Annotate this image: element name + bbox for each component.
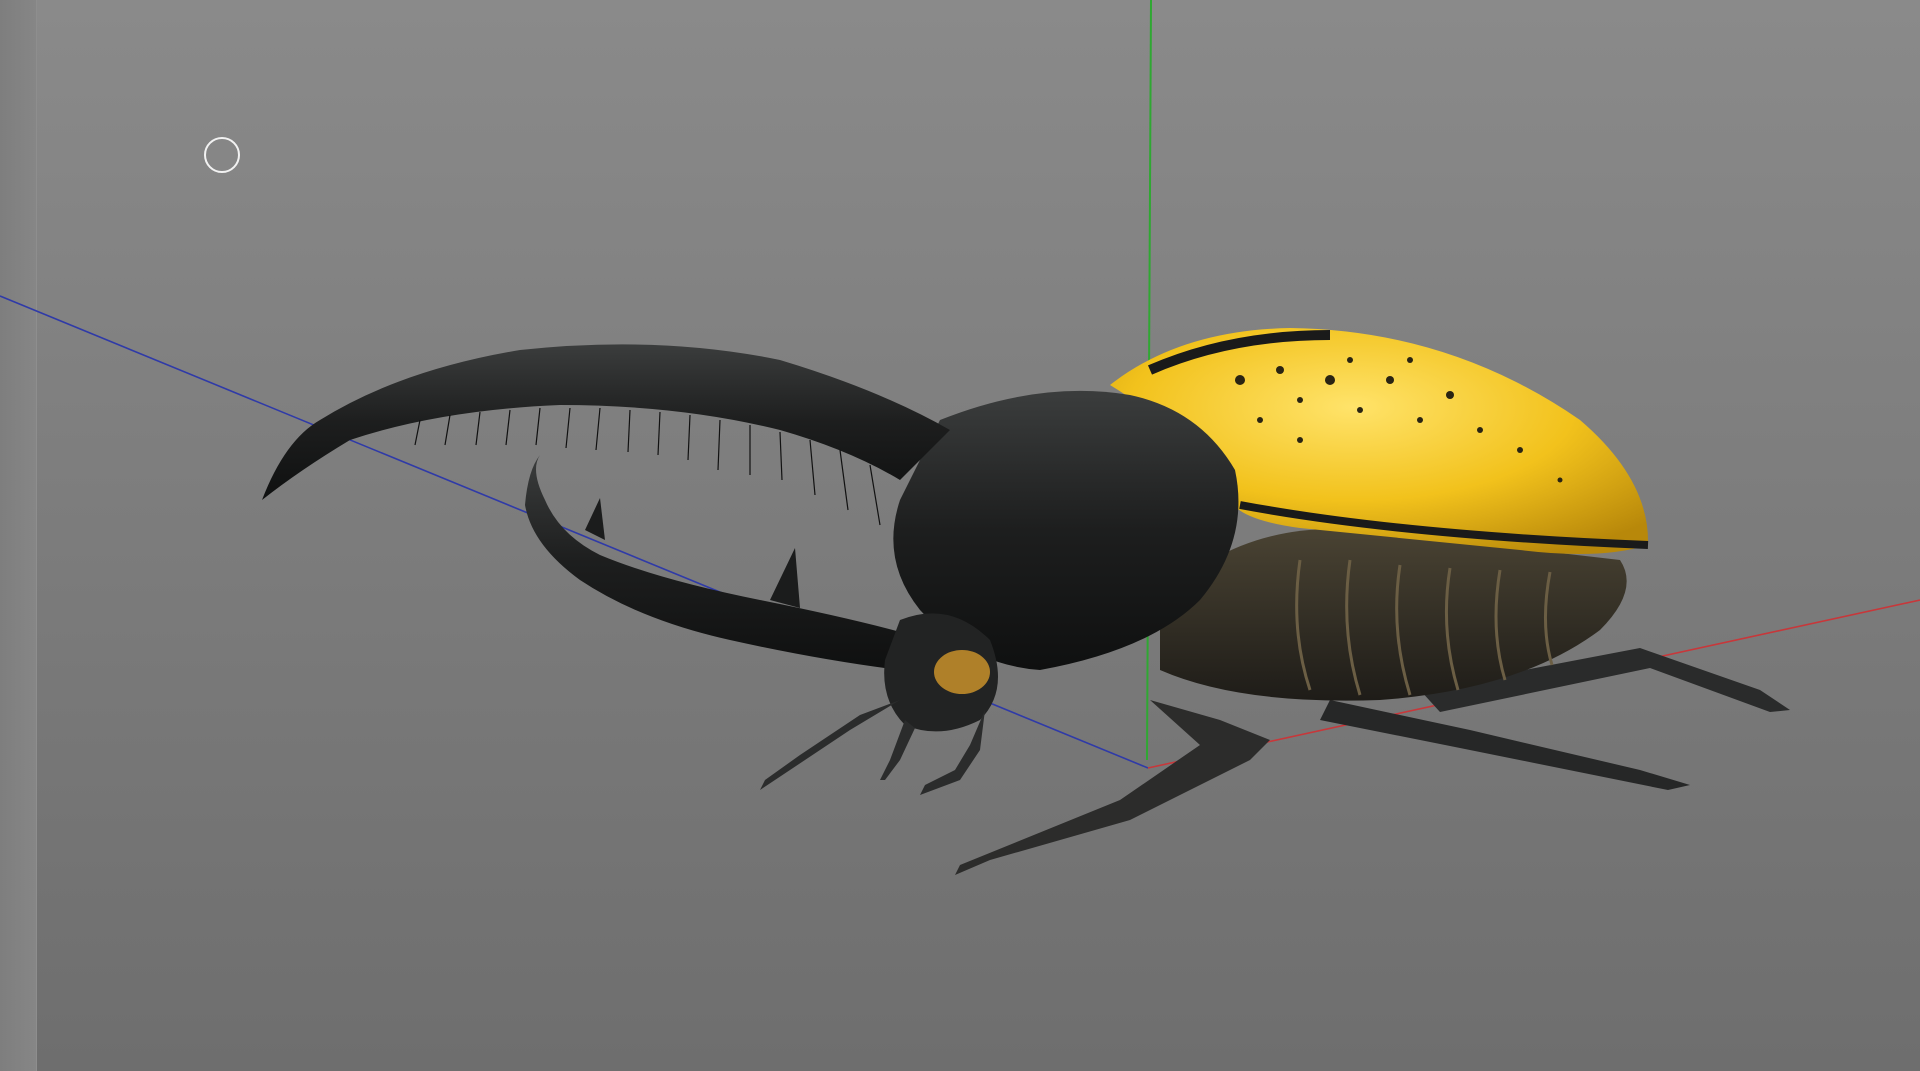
beetle-upper-horn bbox=[262, 344, 950, 500]
lower-horn-tooth-1 bbox=[585, 498, 605, 540]
viewport-scene[interactable] bbox=[0, 0, 1920, 1071]
beetle-model[interactable] bbox=[262, 328, 1790, 875]
3d-viewport[interactable] bbox=[0, 0, 1920, 1071]
beetle-hind-leg-2 bbox=[1320, 700, 1690, 790]
beetle-lower-horn bbox=[525, 455, 930, 670]
lower-horn-tooth-2 bbox=[770, 548, 800, 608]
beetle-front-leg-1 bbox=[760, 700, 900, 790]
beetle-head-highlight bbox=[934, 650, 990, 694]
beetle-front-leg-3 bbox=[880, 720, 915, 780]
light-handle-icon[interactable] bbox=[204, 137, 240, 173]
beetle-middle-leg bbox=[955, 700, 1270, 875]
